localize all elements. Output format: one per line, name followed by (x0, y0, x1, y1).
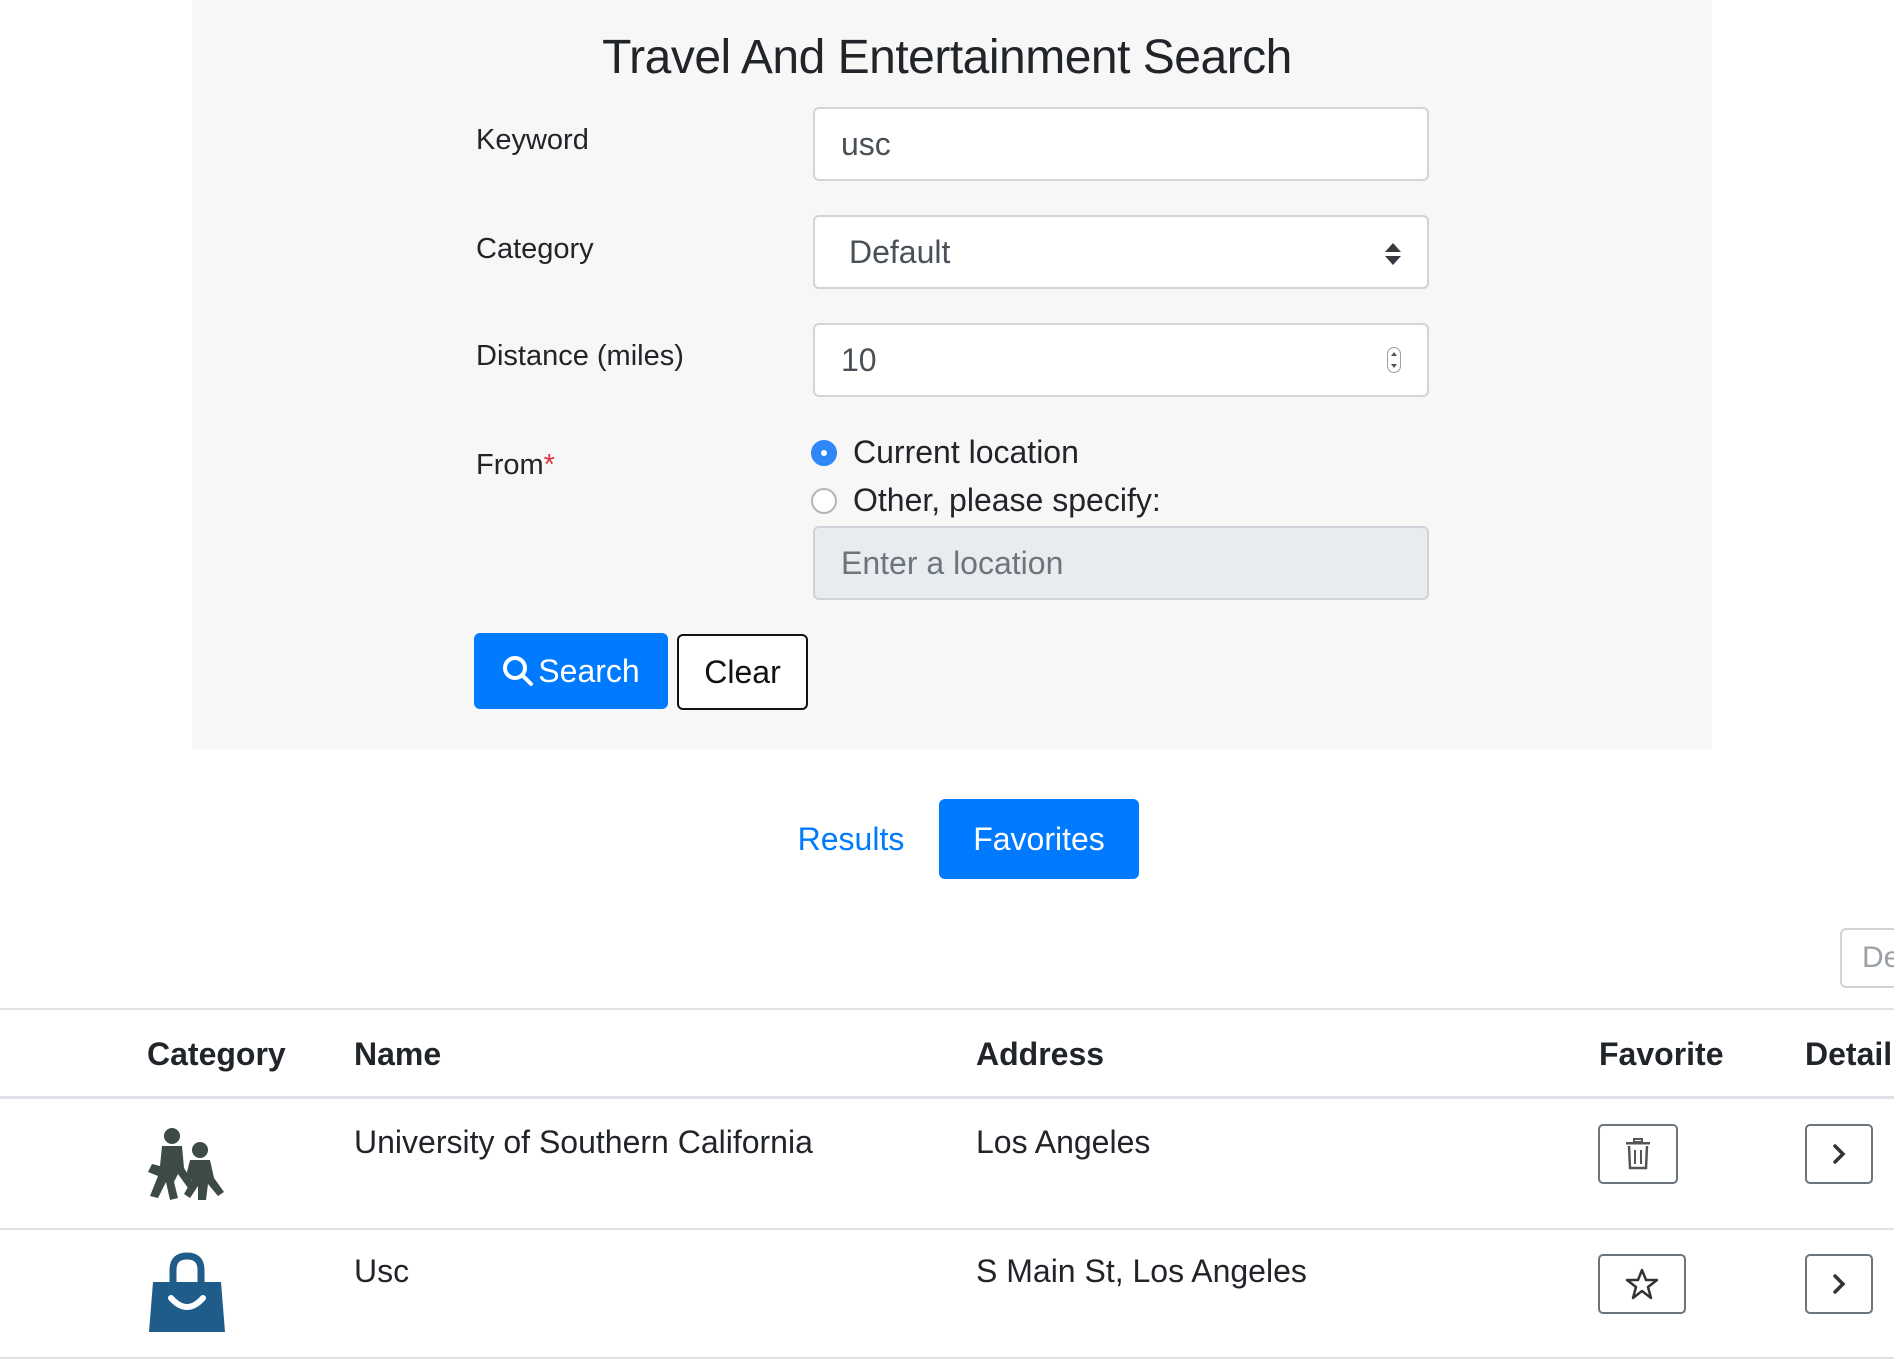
distance-input[interactable]: 10 (813, 323, 1429, 397)
radio-other-location[interactable]: Other, please specify: (811, 482, 1161, 519)
header-name: Name (354, 1036, 442, 1072)
keyword-value: usc (841, 126, 891, 162)
radio-other-location-label: Other, please specify: (853, 482, 1161, 518)
tab-favorites-label: Favorites (973, 820, 1105, 857)
tab-favorites[interactable]: Favorites (939, 799, 1139, 879)
header-detail: Detail (1805, 1036, 1893, 1072)
category-select[interactable]: Default (813, 215, 1429, 289)
chevron-right-icon (1833, 1274, 1846, 1294)
clear-button[interactable]: Clear (677, 634, 808, 710)
row-address: S Main St, Los Angeles (976, 1253, 1307, 1289)
number-spinner-icon[interactable] (1387, 347, 1401, 373)
star-outline-icon (1625, 1268, 1659, 1300)
header-favorite: Favorite (1599, 1036, 1724, 1072)
distance-label: Distance (miles) (476, 340, 684, 372)
table-header-border (0, 1096, 1894, 1099)
tab-results-label: Results (797, 820, 905, 857)
row-name[interactable]: University of Southern California (354, 1124, 813, 1161)
row-address: Los Angeles (976, 1124, 1151, 1160)
row-divider (0, 1357, 1894, 1359)
add-favorite-button[interactable] (1598, 1254, 1686, 1314)
tab-results[interactable]: Results (778, 799, 924, 879)
row-name[interactable]: Usc (354, 1253, 409, 1290)
keyword-input[interactable]: usc (813, 107, 1429, 181)
trash-icon (1626, 1138, 1650, 1170)
location-input[interactable]: Enter a location (813, 526, 1429, 600)
category-value: Default (849, 234, 951, 270)
header-category: Category (147, 1036, 286, 1072)
required-mark: * (543, 449, 555, 481)
radio-unchecked-icon[interactable] (811, 487, 837, 514)
details-row-button[interactable] (1805, 1254, 1873, 1314)
keyword-label: Keyword (476, 124, 589, 156)
location-placeholder: Enter a location (841, 545, 1064, 581)
details-row-button[interactable] (1805, 1124, 1873, 1184)
distance-value: 10 (841, 342, 877, 378)
select-arrows-icon (1385, 243, 1401, 265)
search-icon (503, 656, 534, 686)
search-button[interactable]: Search (474, 633, 668, 709)
header-address: Address (976, 1036, 1105, 1072)
shopping-bag-icon (149, 1252, 225, 1332)
radio-current-location-label: Current location (853, 434, 1079, 470)
row-divider (0, 1228, 1894, 1230)
radio-current-location[interactable]: Current location (811, 434, 1079, 471)
search-button-label: Search (538, 652, 640, 689)
table-top-border (0, 1008, 1894, 1010)
from-label: From* (476, 449, 555, 482)
from-label-text: From (476, 449, 544, 481)
chevron-right-icon (1833, 1144, 1846, 1164)
radio-checked-icon[interactable] (811, 439, 837, 466)
clear-button-label: Clear (704, 653, 781, 690)
school-icon (148, 1128, 224, 1200)
category-label: Category (476, 233, 594, 265)
details-button[interactable]: De (1840, 928, 1894, 988)
page-title: Travel And Entertainment Search (602, 31, 1292, 84)
remove-favorite-button[interactable] (1598, 1124, 1678, 1184)
